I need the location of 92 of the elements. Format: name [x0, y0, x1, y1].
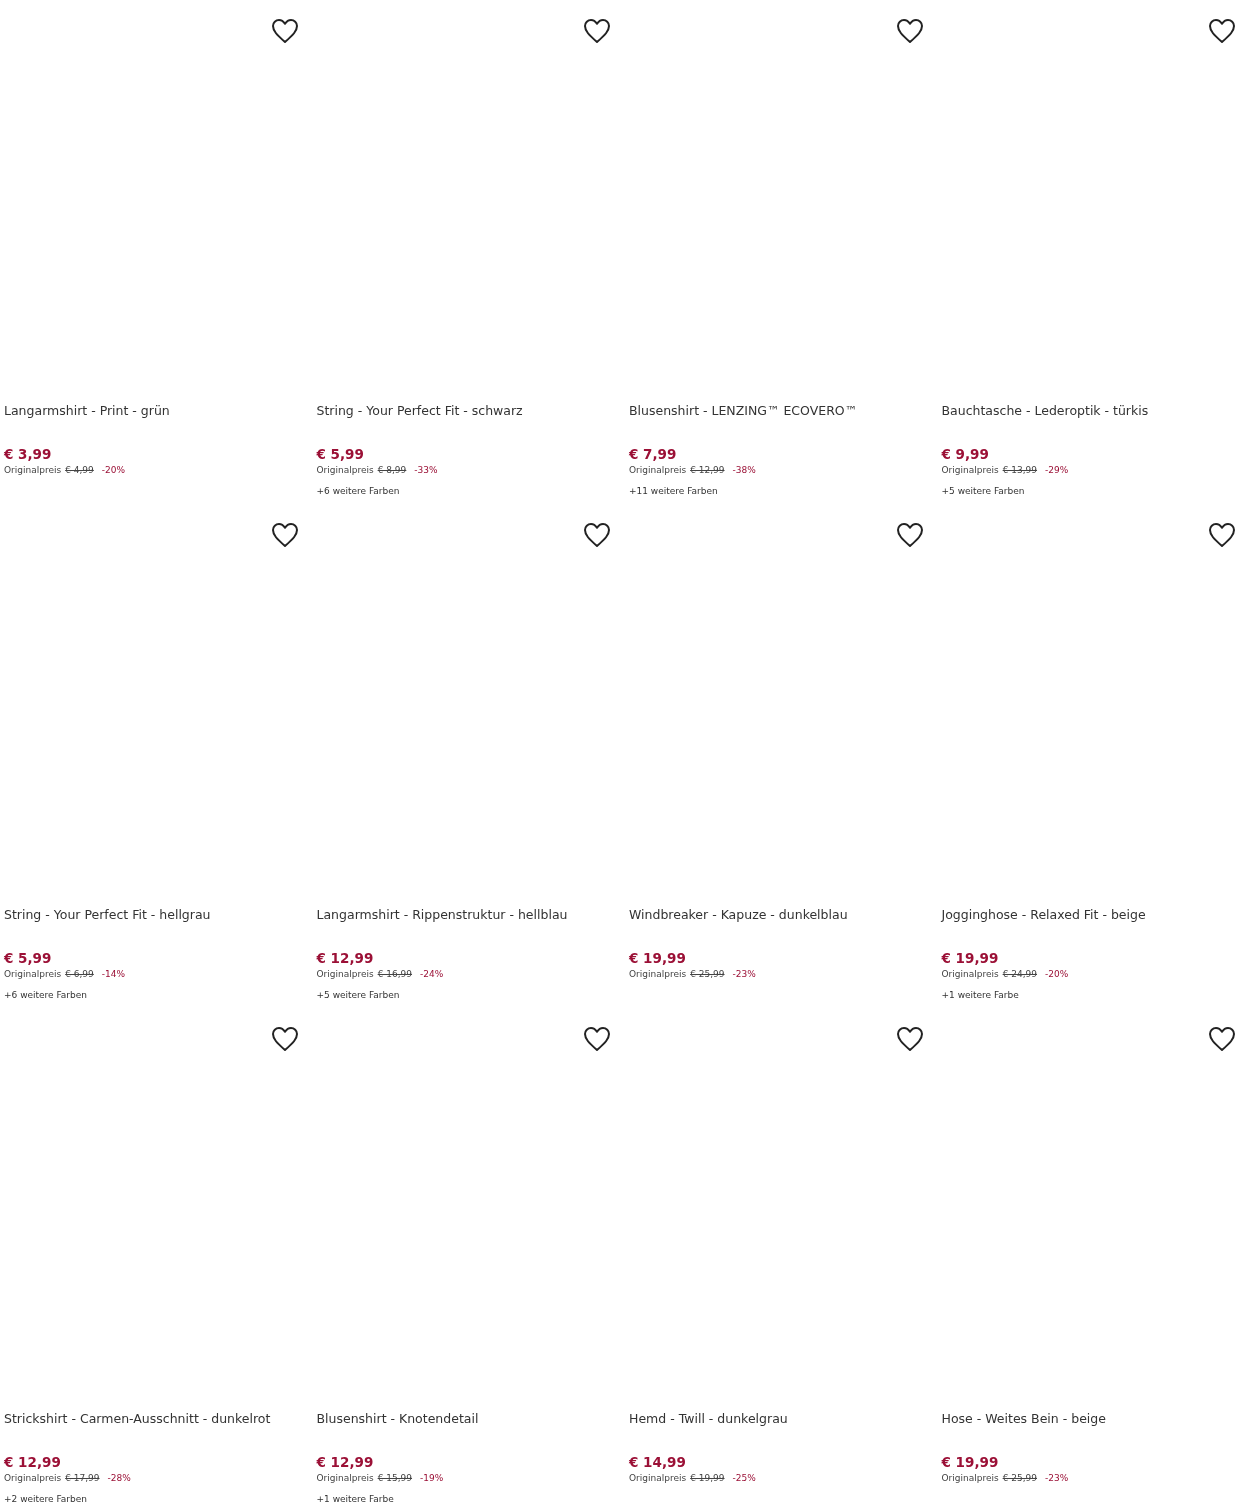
discount-label: -19%: [420, 1472, 444, 1485]
original-price: € 6,99: [65, 968, 94, 981]
discount-label: -28%: [107, 1472, 131, 1485]
sale-price: € 12,99: [316, 1453, 374, 1471]
original-price-label: Originalpreis: [941, 968, 999, 981]
heart-icon: [1208, 1026, 1236, 1052]
heart-icon: [895, 522, 924, 548]
heart-icon: [270, 1026, 299, 1052]
product-title[interactable]: Blusenshirt - Knotendetail: [316, 1410, 479, 1428]
original-price-label: Originalpreis: [316, 464, 374, 477]
sale-price: € 14,99: [629, 1453, 686, 1471]
wishlist-button[interactable]: [583, 18, 611, 44]
wishlist-button[interactable]: [1208, 522, 1236, 548]
heart-icon: [895, 18, 924, 44]
product-title[interactable]: Bauchtasche - Lederoptik - türkis: [941, 402, 1149, 420]
original-price-label: Originalpreis: [316, 968, 374, 981]
wishlist-button[interactable]: [1208, 18, 1236, 44]
sale-price: € 19,99: [941, 1453, 999, 1471]
discount-label: -38%: [732, 464, 756, 477]
wishlist-button[interactable]: [270, 18, 299, 44]
discount-label: -24%: [420, 968, 444, 981]
heart-icon: [270, 18, 299, 44]
more-colors-link[interactable]: +5 weitere Farben: [316, 988, 400, 1002]
discount-label: -14%: [101, 968, 126, 981]
more-colors-link[interactable]: +1 weitere Farbe: [316, 1492, 394, 1506]
original-price: € 15,99: [377, 1472, 413, 1485]
original-price: € 25,99: [1002, 1472, 1038, 1485]
original-price: € 16,99: [377, 968, 413, 981]
sale-price: € 19,99: [941, 949, 999, 967]
discount-label: -20%: [1045, 968, 1069, 981]
heart-icon: [1208, 18, 1236, 44]
sale-price: € 9,99: [941, 445, 989, 463]
more-colors-link[interactable]: +6 weitere Farben: [4, 988, 87, 1002]
product-title[interactable]: String - Your Perfect Fit - hellgrau: [4, 906, 211, 924]
discount-label: -23%: [732, 968, 756, 981]
more-colors-link[interactable]: +1 weitere Farbe: [941, 988, 1019, 1002]
wishlist-button[interactable]: [895, 522, 924, 548]
heart-icon: [583, 1026, 611, 1052]
discount-label: -20%: [101, 464, 126, 477]
heart-icon: [583, 18, 611, 44]
product-title[interactable]: Hemd - Twill - dunkelgrau: [629, 1410, 788, 1428]
wishlist-button[interactable]: [583, 522, 611, 548]
wishlist-button[interactable]: [583, 1026, 611, 1052]
product-title[interactable]: Windbreaker - Kapuze - dunkelblau: [629, 906, 848, 924]
more-colors-link[interactable]: +2 weitere Farben: [4, 1492, 87, 1506]
original-price: € 17,99: [65, 1472, 100, 1485]
product-title[interactable]: Langarmshirt - Print - grün: [4, 402, 170, 420]
original-price-label: Originalpreis: [4, 968, 62, 981]
original-price: € 8,99: [377, 464, 407, 477]
original-price: € 25,99: [690, 968, 725, 981]
product-title[interactable]: Jogginghose - Relaxed Fit - beige: [941, 906, 1146, 924]
discount-label: -29%: [1045, 464, 1069, 477]
wishlist-button[interactable]: [1208, 1026, 1236, 1052]
original-price: € 13,99: [1002, 464, 1038, 477]
original-price-label: Originalpreis: [4, 464, 62, 477]
wishlist-button[interactable]: [270, 522, 299, 548]
original-price: € 4,99: [65, 464, 94, 477]
wishlist-button[interactable]: [895, 1026, 924, 1052]
original-price-label: Originalpreis: [4, 1472, 62, 1485]
original-price-label: Originalpreis: [629, 968, 687, 981]
sale-price: € 3,99: [4, 445, 52, 463]
discount-label: -23%: [1045, 1472, 1069, 1485]
wishlist-button[interactable]: [895, 18, 924, 44]
original-price: € 12,99: [690, 464, 725, 477]
more-colors-link[interactable]: +5 weitere Farben: [941, 484, 1025, 498]
original-price: € 24,99: [1002, 968, 1038, 981]
sale-price: € 5,99: [4, 949, 52, 967]
heart-icon: [270, 522, 299, 548]
heart-icon: [1208, 522, 1236, 548]
sale-price: € 12,99: [316, 949, 374, 967]
more-colors-link[interactable]: +11 weitere Farben: [629, 484, 718, 498]
product-title[interactable]: Hose - Weites Bein - beige: [941, 1410, 1106, 1428]
original-price-label: Originalpreis: [941, 464, 999, 477]
product-title[interactable]: String - Your Perfect Fit - schwarz: [316, 402, 523, 420]
product-title[interactable]: Strickshirt - Carmen-Ausschnitt - dunkelrot: [4, 1410, 271, 1428]
discount-label: -33%: [414, 464, 438, 477]
original-price-label: Originalpreis: [629, 464, 687, 477]
original-price-label: Originalpreis: [316, 1472, 374, 1485]
heart-icon: [583, 522, 611, 548]
product-title[interactable]: Langarmshirt - Rippenstruktur - hellblau: [316, 906, 568, 924]
more-colors-link[interactable]: +6 weitere Farben: [316, 484, 400, 498]
discount-label: -25%: [732, 1472, 756, 1485]
original-price-label: Originalpreis: [941, 1472, 999, 1485]
sale-price: € 12,99: [4, 1453, 61, 1471]
heart-icon: [895, 1026, 924, 1052]
sale-price: € 7,99: [629, 445, 677, 463]
product-title[interactable]: Blusenshirt - LENZING™ ECOVERO™: [629, 402, 858, 420]
sale-price: € 5,99: [316, 445, 364, 463]
original-price-label: Originalpreis: [629, 1472, 687, 1485]
original-price: € 19,99: [690, 1472, 725, 1485]
sale-price: € 19,99: [629, 949, 686, 967]
wishlist-button[interactable]: [270, 1026, 299, 1052]
